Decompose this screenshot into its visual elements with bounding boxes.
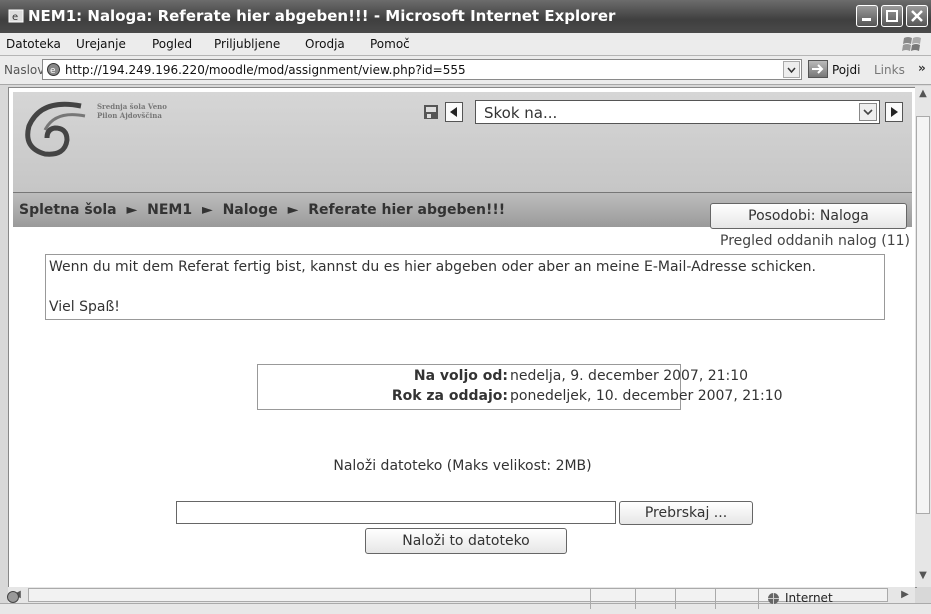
available-value: nedelja, 9. december 2007, 21:10 (510, 368, 749, 384)
horizontal-scroll-thumb[interactable] (28, 588, 888, 602)
available-row: Na voljo od: nedelja, 9. december 2007, … (258, 368, 748, 388)
address-dropdown-button[interactable] (783, 61, 800, 78)
breadcrumb-nem1[interactable]: NEM1 (147, 202, 192, 218)
breadcrumb: Spletna šola ► NEM1 ► Naloge ► Referate … (19, 202, 505, 218)
menu-pogled[interactable]: Pogled (152, 37, 192, 51)
next-activity-button[interactable] (885, 102, 903, 122)
scroll-down-icon[interactable]: ▼ (916, 570, 930, 584)
status-divider (675, 589, 676, 609)
intro-line-1: Wenn du mit dem Referat fertig bist, kan… (49, 259, 816, 275)
scroll-up-icon[interactable]: ▲ (916, 88, 930, 102)
address-url: http://194.249.196.220/moodle/mod/assign… (65, 63, 466, 77)
breadcrumb-separator-icon: ► (201, 202, 213, 218)
jump-to-text: Skok na... (484, 104, 558, 122)
links-toolbar[interactable]: Links (874, 63, 905, 77)
toolbar-chevron[interactable]: » (918, 61, 926, 75)
due-row: Rok za oddajo: ponedeljek, 10. december … (258, 388, 783, 408)
school-name: Srednja šola Veno Pilon Ajdovščina (97, 102, 167, 120)
menu-priljubljene[interactable]: Priljubljene (214, 37, 280, 51)
file-path-input[interactable] (176, 501, 616, 524)
status-divider (715, 589, 716, 609)
svg-text:e: e (50, 66, 56, 76)
dates-table: Na voljo od: nedelja, 9. december 2007, … (257, 364, 783, 410)
due-value: ponedeljek, 10. december 2007, 21:10 (510, 388, 783, 404)
svg-text:e: e (12, 12, 18, 23)
windows-flag-icon (902, 37, 921, 51)
breadcrumb-spletna-sola[interactable]: Spletna šola (19, 202, 117, 218)
page-header: Srednja šola Veno Pilon Ajdovščina Skok … (13, 92, 912, 192)
chevron-down-icon[interactable] (859, 103, 877, 121)
address-bar: Naslov e http://194.249.196.220/moodle/m… (0, 56, 931, 85)
globe-icon (768, 593, 779, 604)
go-button[interactable]: Pojdi (832, 63, 860, 77)
intro-line-2: Viel Spaß! (49, 299, 120, 315)
address-label: Naslov (4, 63, 45, 77)
submissions-link[interactable]: Pregled oddanih nalog (11) (720, 233, 910, 249)
logo-swirl-icon (25, 101, 86, 157)
menu-pomoc[interactable]: Pomoč (370, 37, 410, 51)
ie-icon: e (8, 9, 24, 23)
due-label: Rok za oddajo: (391, 388, 508, 404)
upload-label: Naloži datoteko (Maks velikost: 2MB) (333, 458, 592, 474)
vertical-scrollbar[interactable]: ▲ ▼ (915, 86, 931, 587)
browse-button[interactable]: Prebrskaj ... (619, 501, 753, 525)
menu-urejanje[interactable]: Urejanje (76, 37, 126, 51)
minimize-button[interactable] (856, 5, 878, 27)
breadcrumb-current: Referate hier abgeben!!! (308, 202, 506, 218)
status-page-icon (7, 591, 19, 603)
go-arrow-icon[interactable] (808, 60, 828, 78)
close-button[interactable] (906, 5, 928, 27)
vertical-scroll-thumb[interactable] (916, 116, 930, 514)
menu-datoteka[interactable]: Datoteka (6, 37, 61, 51)
menu-bar: Datoteka Urejanje Pogled Priljubljene Or… (0, 33, 931, 56)
available-label: Na voljo od: (413, 368, 508, 384)
address-input[interactable]: e http://194.249.196.220/moodle/mod/assi… (42, 59, 802, 80)
window-title: NEM1: Naloga: Referate hier abgeben!!! -… (28, 7, 616, 25)
assignment-intro: Wenn du mit dem Referat fertig bist, kan… (45, 254, 885, 320)
security-zone: Internet (785, 591, 833, 605)
status-divider (590, 589, 591, 609)
breadcrumb-naloge[interactable]: Naloge (223, 202, 278, 218)
maximize-button[interactable] (881, 5, 903, 27)
school-logo: Srednja šola Veno Pilon Ajdovščina (21, 96, 231, 160)
navigation-bar: Spletna šola ► NEM1 ► Naloge ► Referate … (13, 192, 912, 229)
scroll-right-icon[interactable]: ▶ (898, 588, 912, 602)
status-divider (635, 589, 636, 609)
update-assignment-button[interactable]: Posodobi: Naloga (710, 203, 907, 229)
prev-activity-button[interactable] (445, 102, 463, 122)
document-icon (424, 105, 438, 119)
page-icon: e (47, 63, 60, 76)
page-content: Srednja šola Veno Pilon Ajdovščina Skok … (8, 87, 917, 588)
menu-orodja[interactable]: Orodja (305, 37, 345, 51)
breadcrumb-separator-icon: ► (287, 202, 299, 218)
breadcrumb-separator-icon: ► (126, 202, 138, 218)
status-divider (758, 589, 759, 609)
upload-file-button[interactable]: Naloži to datoteko (365, 528, 567, 554)
jump-to-select[interactable]: Skok na... (475, 100, 880, 124)
browser-window: e NEM1: Naloga: Referate hier abgeben!!!… (0, 0, 931, 614)
title-bar: e NEM1: Naloga: Referate hier abgeben!!!… (0, 0, 931, 33)
